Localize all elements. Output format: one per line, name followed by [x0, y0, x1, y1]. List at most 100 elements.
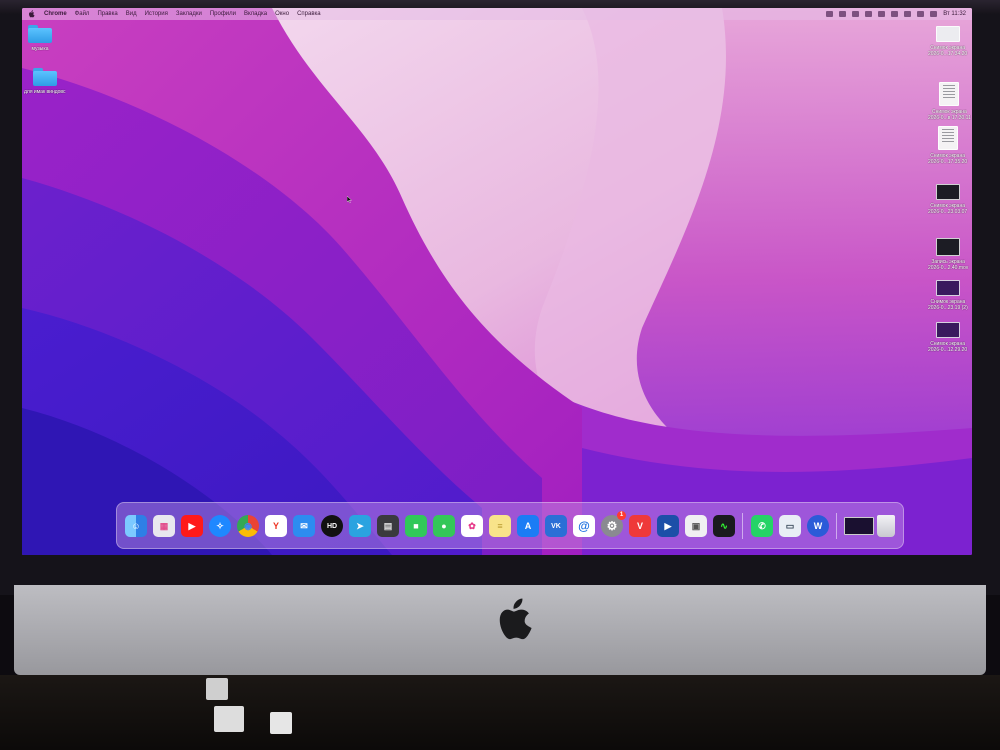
dock-app-whatsapp[interactable]: ✆ — [751, 515, 773, 537]
launchpad-icon: ▦ — [159, 520, 169, 531]
telegram-icon: ➤ — [356, 520, 364, 531]
notes-icon: ≡ — [497, 521, 503, 531]
status-item-icon[interactable] — [878, 11, 886, 17]
dock: ☺ ▦ ▶ ✧ ◉ Y ✉ HD ➤ ▤ ■ ● ✿ ≡ A VK @ ⚙ 1 … — [116, 502, 904, 549]
mouse-cursor — [347, 196, 352, 203]
desktop-icon-label: 2026-0...2.40.mov — [928, 265, 969, 271]
folder-icon — [32, 68, 57, 86]
photos-icon: ✿ — [468, 520, 476, 531]
menu-bar: Chrome Файл Правка Вид История Закладки … — [22, 8, 972, 20]
dock-app-facetime[interactable]: ■ — [405, 515, 427, 537]
dock-app-quicktime[interactable]: ▶ — [657, 515, 679, 537]
gear-icon: ⚙ — [606, 519, 618, 533]
screenshot-thumbnail — [935, 280, 960, 296]
status-item-icon[interactable] — [852, 11, 860, 17]
control-center-icon[interactable] — [930, 11, 938, 17]
menu-clock[interactable]: Вт 11:32 — [943, 11, 966, 17]
chrome-icon: ◉ — [244, 520, 252, 531]
desktop-file-screen-recording[interactable]: Запись экрана 2026-0...2.40.mov — [928, 238, 968, 271]
activity-monitor-icon: ∿ — [720, 520, 728, 531]
dock-app-vivaldi[interactable]: V — [629, 515, 651, 537]
document-thumbnail — [937, 126, 958, 150]
document-thumbnail — [939, 82, 960, 106]
desktop-icon-label: 2026-0...17.34.20 — [928, 51, 968, 57]
dock-app-mail[interactable]: ✉ — [293, 515, 315, 537]
facetime-icon: ■ — [413, 521, 419, 531]
desktop-file-screenshot[interactable]: Снимок экрана 2026-0...23.03.07 — [928, 184, 967, 215]
dock-app-yandex[interactable]: Y — [265, 515, 287, 537]
cable-plug — [270, 712, 292, 734]
status-item-icon[interactable] — [865, 11, 873, 17]
menu-view[interactable]: Вид — [126, 11, 137, 17]
desktop-file-screenshot[interactable]: Снимок экрана 2026-0...23.19 (2) — [928, 280, 968, 311]
desktop-icon-label: музыка — [31, 46, 49, 52]
dock-app-preview[interactable]: ▭ — [779, 515, 801, 537]
messages-icon: ● — [441, 521, 447, 531]
status-item-icon[interactable] — [826, 11, 834, 17]
dock-app-youtube[interactable]: ▶ — [181, 515, 203, 537]
youtube-icon: ▶ — [188, 520, 196, 531]
calculator-icon: ▤ — [383, 520, 393, 531]
screenshot-thumbnail — [935, 322, 960, 338]
whatsapp-icon: ✆ — [758, 520, 766, 531]
menu-edit[interactable]: Правка — [97, 11, 117, 17]
dock-app-finder[interactable]: ☺ — [125, 515, 147, 537]
screenshot-thumbnail — [935, 26, 960, 42]
desktop-file-screenshot[interactable]: Снимок экрана 2026-0...12.29.20 — [928, 322, 967, 353]
folder-icon — [28, 25, 52, 43]
finder-icon: ☺ — [131, 521, 141, 531]
mail-icon: ✉ — [300, 520, 308, 531]
dock-app-messages[interactable]: ● — [433, 515, 455, 537]
dock-recent-window[interactable] — [844, 517, 874, 535]
search-icon[interactable] — [917, 11, 925, 17]
dock-app-notes[interactable]: ≡ — [489, 515, 511, 537]
screenshot-thumbnail — [935, 184, 960, 200]
dock-app-vk[interactable]: VK — [545, 515, 567, 537]
cable-plug — [214, 706, 244, 732]
menu-profiles[interactable]: Профили — [210, 11, 236, 17]
dock-separator — [742, 513, 743, 539]
menu-bookmarks[interactable]: Закладки — [176, 11, 202, 17]
dock-app-hd-player[interactable]: HD — [321, 515, 343, 537]
dock-app-photos[interactable]: ✿ — [461, 515, 483, 537]
menu-window[interactable]: Окно — [275, 11, 289, 17]
desktop-folder-imac-windows[interactable]: для имак виндовс — [24, 68, 66, 95]
wifi-icon[interactable] — [891, 11, 899, 17]
dock-separator — [836, 513, 837, 539]
dock-trash[interactable] — [877, 515, 895, 537]
dock-app-system-preferences[interactable]: ⚙ 1 — [601, 511, 626, 537]
dock-app-mail-ru[interactable]: @ — [573, 515, 595, 537]
menu-extras: Вт 11:32 — [826, 8, 966, 20]
dock-app-launchpad[interactable]: ▦ — [153, 515, 175, 537]
apple-menu-icon[interactable] — [28, 10, 36, 18]
battery-icon[interactable] — [904, 11, 912, 17]
desktop-icon-label: 2026-0...23.03.07 — [928, 209, 968, 215]
quicktime-icon: ▶ — [664, 520, 672, 531]
dock-app-disk-utility[interactable]: ▣ — [685, 515, 707, 537]
desktop-file-screenshot[interactable]: Снимок экрана 2026-0...в 17.30.11 — [928, 82, 971, 121]
menu-file[interactable]: Файл — [75, 11, 90, 17]
desktop-icon-label: 2026-0...12.29.20 — [928, 347, 968, 353]
disk-utility-icon: ▣ — [691, 520, 701, 531]
menu-app-name[interactable]: Chrome — [44, 11, 67, 17]
dock-app-safari[interactable]: ✧ — [209, 515, 231, 537]
yandex-icon: Y — [272, 521, 279, 531]
desktop-icon-label: 2026-0...в 17.30.11 — [928, 115, 971, 121]
status-item-icon[interactable] — [839, 11, 847, 17]
cable-plug — [206, 678, 228, 700]
menu-history[interactable]: История — [145, 11, 168, 17]
menu-tab[interactable]: Вкладка — [244, 11, 267, 17]
dock-app-app-store[interactable]: A — [517, 515, 539, 537]
desktop-file-screenshot[interactable]: Снимок экрана 2026-0...17.34.20 — [928, 26, 967, 57]
safari-icon: ✧ — [216, 520, 224, 531]
dock-app-word[interactable]: W — [807, 515, 829, 537]
desktop-icon-label: 2026-0...23.19 (2) — [928, 305, 968, 311]
dock-app-activity-monitor[interactable]: ∿ — [713, 515, 735, 537]
dock-app-telegram[interactable]: ➤ — [349, 515, 371, 537]
desktop-file-screenshot[interactable]: Снимок экрана 2026-0...17.35.20 — [928, 126, 967, 165]
dock-app-calculator[interactable]: ▤ — [377, 515, 399, 537]
dock-app-chrome[interactable]: ◉ — [237, 515, 259, 537]
menu-help[interactable]: Справка — [297, 11, 321, 17]
desktop-folder-music[interactable]: музыка — [28, 25, 52, 52]
desktop-icon-label: 2026-0...17.35.20 — [928, 159, 968, 165]
